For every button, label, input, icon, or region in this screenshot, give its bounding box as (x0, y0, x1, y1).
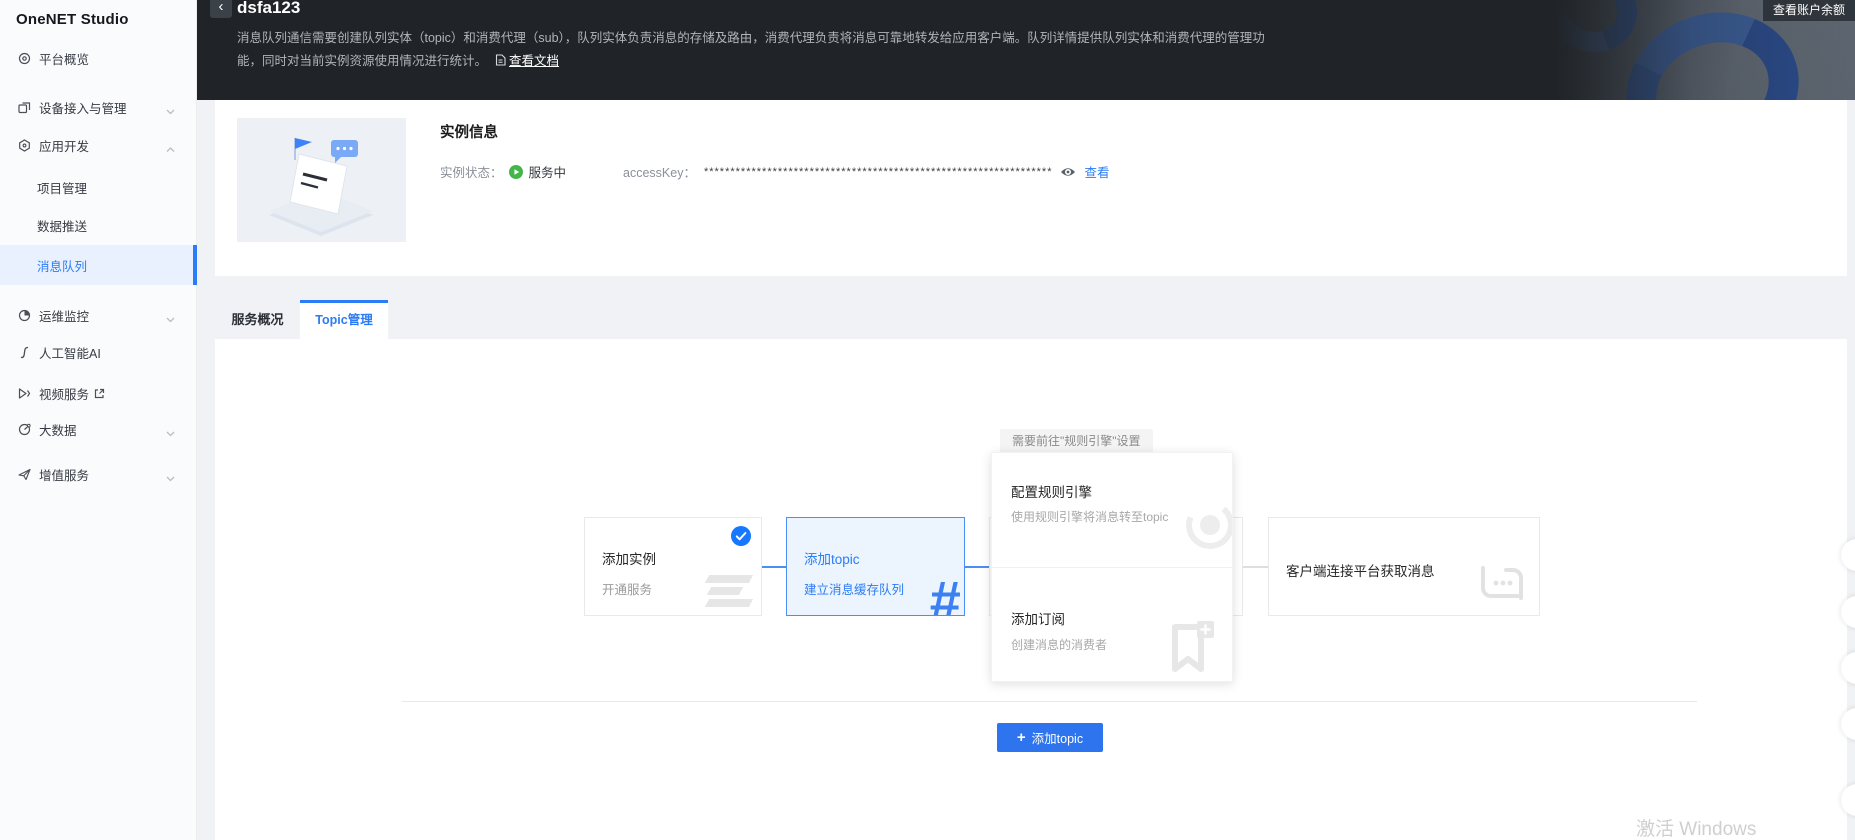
sidebar-item-data-push[interactable]: 数据推送 (0, 207, 197, 243)
rule-engine-icon (1178, 493, 1233, 562)
popup-divider (992, 567, 1232, 568)
add-topic-button-label: 添加topic (1032, 728, 1083, 747)
flow-step-add-instance: 添加实例 开通服务 (584, 517, 762, 616)
sidebar: OneNET Studio 平台概览 设备接入与管理 应用开发 项目管理 数据推… (0, 0, 197, 840)
plus-icon: + (1017, 730, 1026, 745)
popup-item-desc: 创建消息的消费者 (1011, 636, 1107, 653)
instance-info-title: 实例信息 (440, 121, 498, 142)
sidebar-item-video-service[interactable]: 视频服务 (0, 375, 197, 411)
view-docs-link[interactable]: 查看文档 (509, 54, 559, 68)
instance-status-label: 实例状态： (440, 162, 503, 181)
main-body: 实例信息 实例状态： 服务中 accessKey： **************… (197, 100, 1855, 840)
rule-engine-tooltip: 需要前往"规则引擎"设置 (1000, 429, 1153, 452)
section-divider (402, 701, 1697, 702)
flow-step-title: 添加topic (804, 548, 860, 568)
back-button[interactable]: ‹ (210, 0, 232, 18)
sidebar-item-label: 数据推送 (37, 216, 87, 235)
main-area: 查看账户余额 ‹ dsfa123 消息队列通信需要创建队列实体（topic）和消… (197, 0, 1855, 840)
sidebar-item-label: 运维监控 (39, 306, 89, 325)
windows-activation-watermark: 激活 Windows (1636, 814, 1756, 840)
sidebar-item-label: 项目管理 (37, 178, 87, 197)
sidebar-item-ops-monitor[interactable]: 运维监控 (0, 297, 197, 333)
accesskey-masked-value: ****************************************… (704, 166, 1053, 178)
subscription-bookmark-icon (1170, 621, 1214, 682)
popup-item-title: 添加订阅 (1011, 608, 1065, 628)
sidebar-item-value-added[interactable]: 增值服务 (0, 456, 197, 492)
sidebar-item-big-data[interactable]: 大数据 (0, 411, 197, 447)
flow-connector (1243, 566, 1268, 568)
eye-icon[interactable] (1060, 166, 1076, 178)
flow-step-add-topic[interactable]: 添加topic 建立消息缓存队列 # (786, 517, 965, 616)
view-accesskey-link[interactable]: 查看 (1084, 162, 1109, 181)
sidebar-item-label: 应用开发 (39, 136, 89, 155)
tab-topic-management[interactable]: Topic管理 (300, 300, 388, 339)
sidebar-item-label: 增值服务 (39, 465, 89, 484)
page-header: 查看账户余额 ‹ dsfa123 消息队列通信需要创建队列实体（topic）和消… (197, 0, 1855, 100)
sidebar-item-project-management[interactable]: 项目管理 (0, 169, 197, 205)
chevron-down-icon (166, 426, 175, 440)
instance-status: 实例状态： 服务中 (440, 162, 566, 181)
sidebar-item-message-queue[interactable]: 消息队列 (0, 245, 197, 285)
sidebar-item-label: 大数据 (39, 420, 77, 439)
document-icon (495, 51, 506, 74)
accesskey-label: accessKey： (623, 162, 696, 181)
chevron-down-icon (166, 104, 175, 118)
sidebar-item-label: 消息队列 (37, 256, 87, 275)
page-description: 消息队列通信需要创建队列实体（topic）和消费代理（sub），队列实体负责消息… (237, 27, 1289, 73)
tab-service-overview[interactable]: 服务概况 (215, 300, 300, 339)
app-development-icon (18, 139, 31, 152)
device-access-icon (18, 101, 31, 114)
sidebar-item-ai[interactable]: 人工智能AI (0, 334, 197, 370)
chevron-down-icon (166, 471, 175, 485)
add-topic-button[interactable]: + 添加topic (997, 723, 1103, 752)
instance-status-value: 服务中 (529, 162, 567, 181)
popup-item-desc: 使用规则引擎将消息转至topic (1011, 508, 1168, 525)
app-logo[interactable]: OneNET Studio (16, 11, 129, 28)
accesskey-row: accessKey： *****************************… (623, 162, 1110, 181)
platform-overview-icon (18, 52, 31, 65)
sidebar-item-device-access[interactable]: 设备接入与管理 (0, 89, 197, 125)
rule-engine-popup: 配置规则引擎 使用规则引擎将消息转至topic 添加订阅 创建消息的消费者 (991, 452, 1233, 682)
description-text: 消息队列通信需要创建队列实体（topic）和消费代理（sub），队列实体负责消息… (237, 31, 1265, 68)
sidebar-item-platform-overview[interactable]: 平台概览 (0, 40, 197, 76)
topic-management-panel: 添加实例 开通服务 添加topic 建立消息缓存队列 # 客户端连接平台获取消息 (215, 339, 1847, 840)
page-title: dsfa123 (237, 0, 300, 18)
flow-step-title: 添加实例 (602, 548, 656, 568)
flow-step-title: 客户端连接平台获取消息 (1286, 560, 1435, 580)
view-balance-button[interactable]: 查看账户余额 (1763, 0, 1855, 21)
ops-monitor-icon (18, 309, 31, 322)
check-circle-icon (731, 526, 751, 546)
sidebar-item-label: 人工智能AI (39, 343, 101, 362)
hash-icon: # (929, 573, 960, 616)
status-running-icon (509, 165, 523, 179)
value-added-icon (18, 468, 31, 481)
big-data-icon (18, 423, 31, 436)
external-link-icon (94, 388, 105, 399)
sidebar-item-label: 平台概览 (39, 49, 89, 68)
sidebar-item-label: 设备接入与管理 (39, 98, 127, 117)
video-service-icon (18, 387, 31, 400)
instance-illustration (237, 118, 406, 242)
client-connect-icon (1477, 562, 1527, 609)
list-bars-icon (707, 571, 751, 607)
onenet-studio-page: OneNET Studio 平台概览 设备接入与管理 应用开发 项目管理 数据推… (0, 0, 1855, 840)
sidebar-item-app-development[interactable]: 应用开发 (0, 127, 197, 163)
flow-step-subtitle: 建立消息缓存队列 (804, 579, 904, 598)
popup-item-title: 配置规则引擎 (1011, 481, 1092, 501)
flow-step-client-connect: 客户端连接平台获取消息 (1268, 517, 1540, 616)
flow-step-subtitle: 开通服务 (602, 579, 652, 598)
ai-icon (18, 346, 31, 359)
flow-connector (965, 566, 989, 568)
sidebar-item-label: 视频服务 (39, 384, 89, 403)
flow-connector (762, 566, 786, 568)
chevron-up-icon (166, 142, 175, 156)
chevron-down-icon (166, 312, 175, 326)
instance-info-panel: 实例信息 实例状态： 服务中 accessKey： **************… (215, 100, 1847, 276)
